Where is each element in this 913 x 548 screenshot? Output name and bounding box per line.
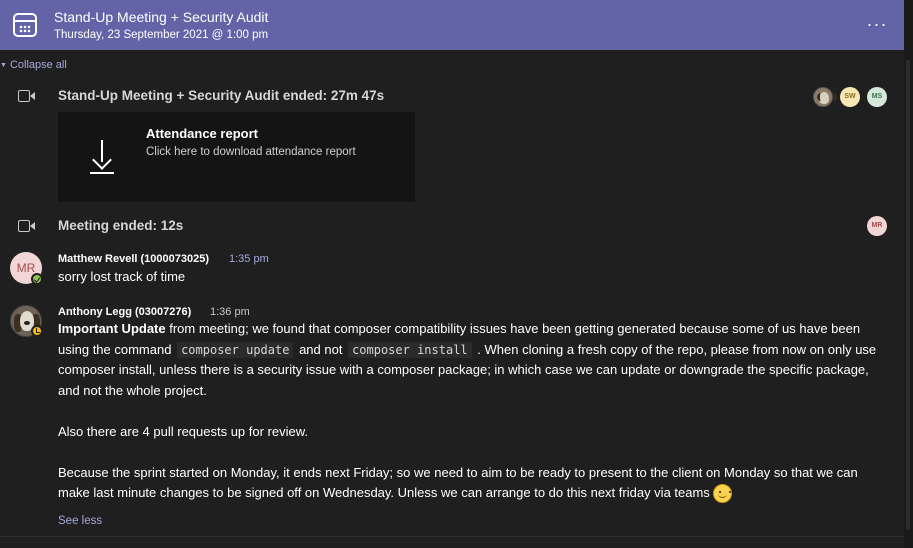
message-paragraph: Because the sprint started on Monday, it… — [58, 463, 888, 504]
meeting-header: Stand-Up Meeting + Security Audit Thursd… — [0, 0, 904, 50]
message-paragraph: Important Update from meeting; we found … — [58, 319, 888, 401]
message-timestamp: 1:35 pm — [229, 253, 269, 265]
message-timestamp: 1:36 pm — [210, 306, 250, 318]
scrollbar-thumb[interactable] — [906, 60, 910, 530]
inline-code: composer install — [348, 341, 472, 358]
attendance-report-card[interactable]: Attendance report Click here to download… — [58, 112, 415, 202]
video-camera-icon — [18, 90, 36, 102]
inline-code: composer update — [177, 341, 294, 358]
important-update-label: Important Update — [58, 321, 166, 336]
meeting-ended-title: Meeting ended: 12s — [58, 218, 184, 233]
message-text-segment: Because the sprint started on Monday, it… — [58, 464, 858, 501]
divider — [0, 536, 904, 537]
more-options-button[interactable]: ··· — [862, 14, 892, 38]
meeting-datetime: Thursday, 23 September 2021 @ 1:00 pm — [54, 29, 269, 41]
download-icon — [90, 140, 114, 174]
message-author: Matthew Revell (1000073025) — [58, 253, 210, 265]
caret-down-icon: ▼ — [0, 61, 7, 69]
calendar-icon — [13, 13, 37, 37]
available-status-icon — [31, 273, 43, 285]
participant-avatar-ms[interactable]: MS — [867, 87, 887, 107]
meeting-ended-title: Stand-Up Meeting + Security Audit ended:… — [58, 88, 385, 103]
attendance-report-description: Click here to download attendance report — [146, 146, 356, 158]
message-text: sorry lost track of time — [58, 269, 186, 284]
participant-avatar[interactable] — [813, 87, 837, 107]
video-camera-icon — [18, 220, 36, 232]
collapse-all-label: Collapse all — [9, 59, 67, 71]
message-author: Anthony Legg (03007276) — [58, 306, 192, 318]
away-status-icon — [31, 325, 43, 337]
attendance-report-title: Attendance report — [146, 126, 258, 141]
participant-avatar-mr[interactable]: MR — [867, 216, 887, 236]
meeting-title: Stand-Up Meeting + Security Audit — [54, 9, 269, 25]
message-paragraph: Also there are 4 pull requests up for re… — [58, 423, 309, 439]
participant-avatar-sw[interactable]: SW — [840, 87, 860, 107]
message-text-segment: and not — [295, 341, 347, 357]
smiley-emoji-icon — [712, 484, 732, 504]
collapse-all-link[interactable]: ▼ Collapse all — [0, 59, 67, 71]
message-body: Important Update from meeting; we found … — [58, 319, 888, 504]
see-less-link[interactable]: See less — [58, 515, 102, 527]
